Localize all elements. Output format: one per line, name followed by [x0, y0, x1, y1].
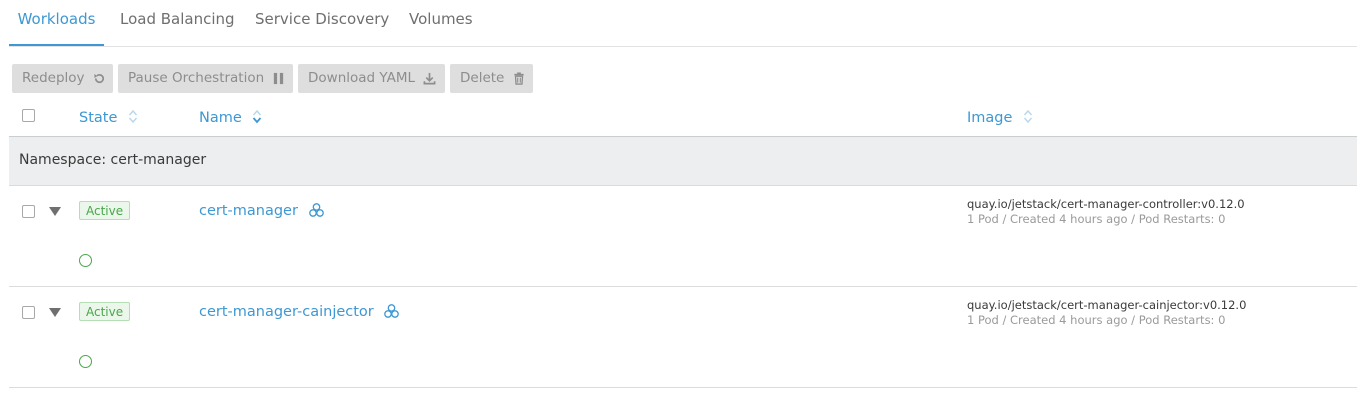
table-row: Active cert-manager-cainjector quay.io/j… [9, 287, 1357, 388]
workload-detail: 1 Pod / Created 4 hours ago / Pod Restar… [967, 313, 1226, 327]
name-column-header[interactable]: Name [199, 109, 262, 128]
tab-service-discovery[interactable]: Service Discovery [255, 0, 389, 46]
tab-load-balancing[interactable]: Load Balancing [120, 0, 235, 46]
workload-name: cert-manager [199, 203, 298, 219]
image-header-label: Image [967, 110, 1013, 126]
sort-icon [1023, 109, 1033, 128]
table-header: State Name Image [9, 100, 1357, 136]
image-name: quay.io/jetstack/cert-manager-cainjector… [967, 298, 1247, 312]
download-yaml-button[interactable]: Download YAML [298, 64, 445, 93]
cluster-icon [308, 202, 325, 222]
workload-name-link[interactable]: cert-manager-cainjector [199, 303, 400, 323]
status-badge: Active [79, 201, 131, 220]
delete-button[interactable]: Delete [450, 64, 533, 93]
workload-detail: 1 Pod / Created 4 hours ago / Pod Restar… [967, 212, 1226, 226]
state-header-label: State [79, 110, 118, 126]
expand-caret-icon[interactable] [49, 308, 61, 317]
tab-bar: Workloads Load Balancing Service Discove… [9, 0, 1357, 47]
pause-orchestration-button[interactable]: Pause Orchestration [118, 64, 293, 93]
tab-workloads[interactable]: Workloads [9, 0, 104, 46]
pause-orchestration-label: Pause Orchestration [128, 70, 265, 86]
sort-desc-icon [252, 109, 262, 128]
select-all-checkbox[interactable] [22, 109, 35, 122]
namespace-label: Namespace: cert-manager [19, 152, 207, 168]
namespace-group-row: Namespace: cert-manager [9, 136, 1357, 186]
tab-volumes[interactable]: Volumes [409, 0, 473, 46]
cluster-icon [383, 303, 400, 323]
table-row: Active cert-manager quay.io/jetstack/cer… [9, 186, 1357, 287]
state-column-header[interactable]: State [79, 109, 138, 128]
download-yaml-label: Download YAML [308, 70, 415, 86]
download-icon [423, 72, 436, 85]
image-name: quay.io/jetstack/cert-manager-controller… [967, 197, 1245, 211]
pause-icon [272, 72, 285, 85]
image-column-header[interactable]: Image [967, 109, 1033, 128]
row-checkbox[interactable] [22, 306, 35, 319]
expand-caret-icon[interactable] [49, 207, 61, 216]
sort-icon [128, 109, 138, 128]
name-header-label: Name [199, 110, 242, 126]
workload-name: cert-manager-cainjector [199, 304, 374, 320]
delete-label: Delete [460, 70, 505, 86]
pod-status-icon[interactable] [79, 254, 92, 267]
status-badge: Active [79, 302, 131, 321]
redeploy-icon [93, 72, 106, 85]
redeploy-button[interactable]: Redeploy [12, 64, 113, 93]
workload-name-link[interactable]: cert-manager [199, 202, 325, 222]
redeploy-label: Redeploy [22, 70, 85, 86]
trash-icon [513, 71, 525, 85]
row-checkbox[interactable] [22, 205, 35, 218]
pod-status-icon[interactable] [79, 355, 92, 368]
